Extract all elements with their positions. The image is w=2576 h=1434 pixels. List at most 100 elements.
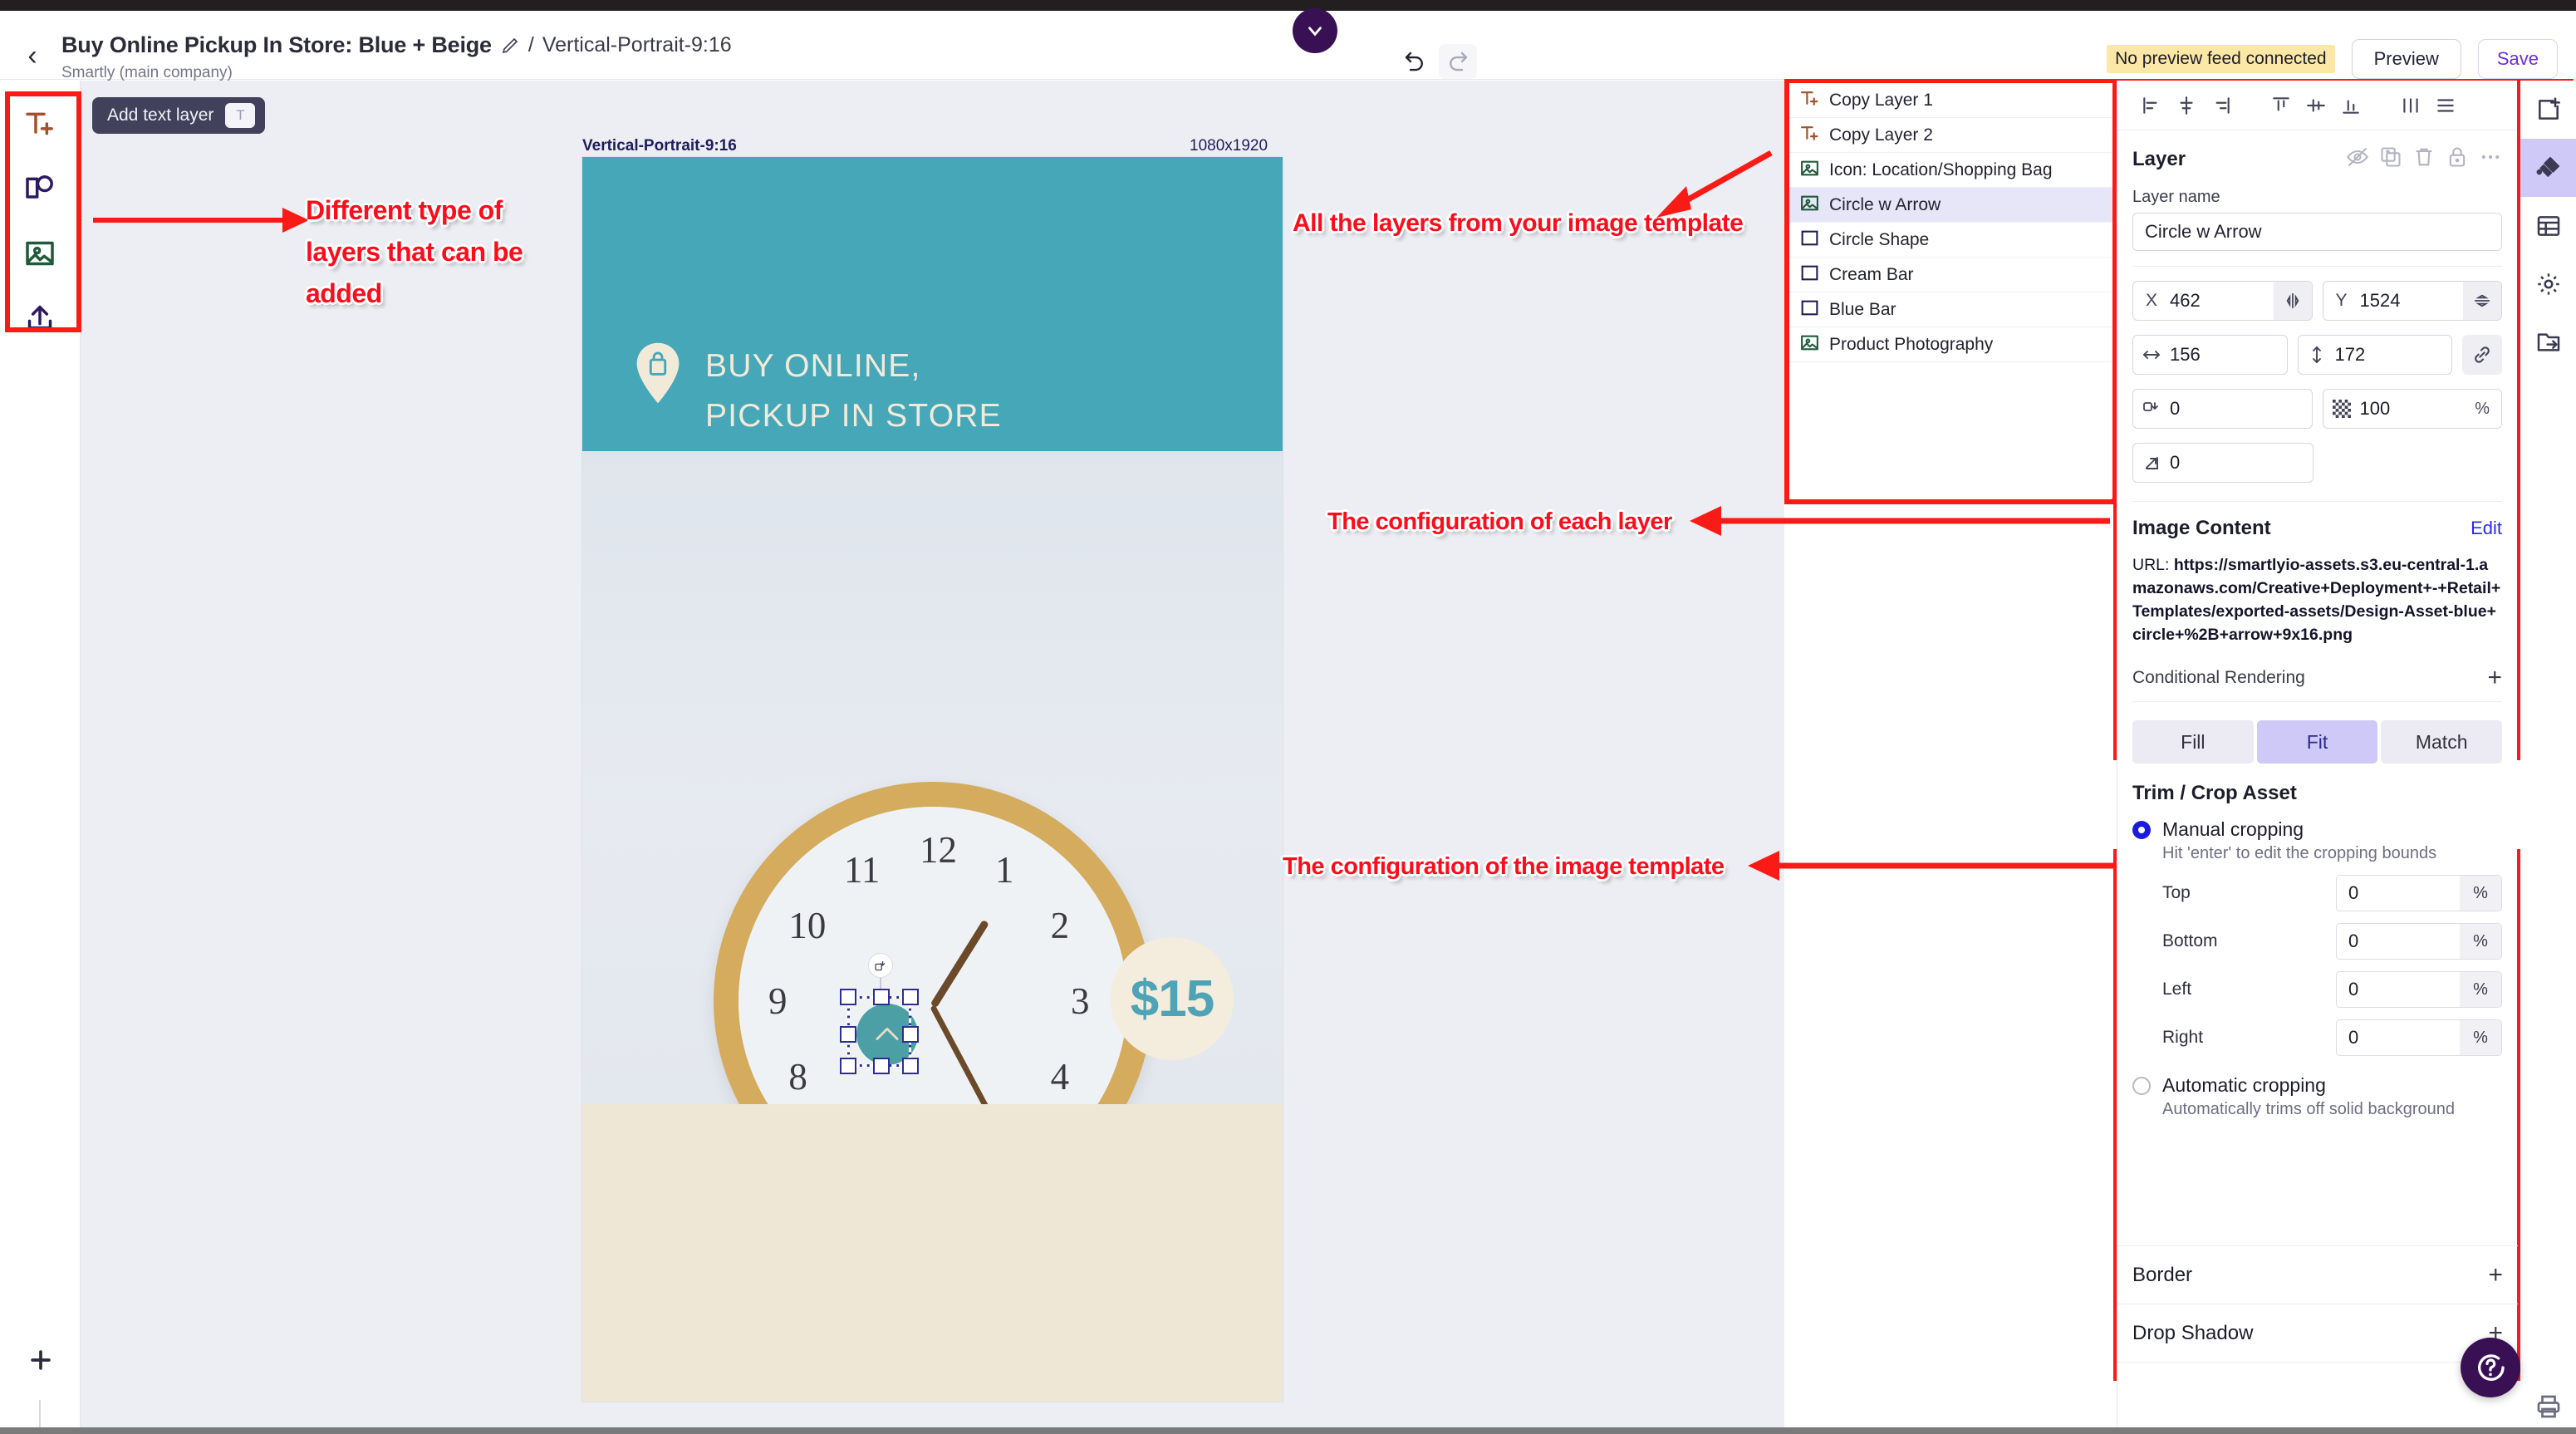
layer-list-item[interactable]: Icon: Location/Shopping Bag — [1789, 153, 2112, 188]
layer-name-input[interactable] — [2132, 213, 2502, 251]
align-left-button[interactable] — [2136, 90, 2167, 121]
data-table-button[interactable] — [2520, 197, 2576, 255]
creative-preview[interactable]: BUY ONLINE, PICKUP IN STORE 121234567891… — [582, 157, 1283, 1402]
back-chevron-icon[interactable]: ‹ — [22, 42, 43, 70]
product-photography-layer[interactable]: 121234567891011 $15 — [582, 451, 1283, 1220]
new-frame-button[interactable] — [2520, 81, 2576, 139]
resize-handle-ne[interactable] — [902, 989, 919, 1005]
chevron-down-icon[interactable] — [1293, 8, 1337, 53]
selection-bounding-box[interactable] — [840, 989, 919, 1074]
align-right-button[interactable] — [2206, 90, 2237, 121]
crop-field-input[interactable]: 0% — [2336, 923, 2502, 960]
add-text-layer-label: Add text layer — [107, 106, 214, 125]
resize-handle-w[interactable] — [840, 1026, 856, 1043]
layer-list-item[interactable]: Copy Layer 2 — [1789, 118, 2112, 153]
flip-horizontal-icon[interactable] — [2273, 282, 2312, 320]
flip-vertical-icon[interactable] — [2463, 282, 2501, 320]
clock-number: 10 — [788, 905, 827, 946]
fit-mode-segmented-control: Fill Fit Match — [2132, 720, 2503, 764]
undo-icon[interactable] — [1396, 44, 1434, 79]
location-shopping-bag-icon[interactable] — [634, 341, 682, 405]
zoom-in-button[interactable] — [23, 1343, 58, 1377]
preview-button[interactable]: Preview — [2351, 39, 2461, 79]
automatic-cropping-option[interactable]: Automatic cropping — [2132, 1074, 2502, 1097]
print-icon[interactable] — [2532, 1392, 2565, 1422]
align-middle-vertical-button[interactable] — [2300, 90, 2332, 121]
redo-icon[interactable] — [1439, 44, 1477, 79]
ellipsis-icon[interactable] — [2479, 145, 2502, 173]
fit-mode-fit[interactable]: Fit — [2256, 720, 2378, 764]
layers-panel: Copy Layer 1 Copy Layer 2 Icon: Location/S… — [1789, 83, 2112, 498]
price-badge[interactable]: $15 — [1111, 937, 1234, 1060]
design-button[interactable] — [2520, 139, 2576, 197]
crop-field-row: Right 0% — [2132, 1019, 2502, 1056]
crop-field-input[interactable]: 0% — [2336, 875, 2502, 911]
layer-list-item[interactable]: Circle Shape — [1789, 223, 2112, 258]
plus-icon[interactable]: + — [2488, 1262, 2503, 1287]
export-button[interactable] — [2520, 313, 2576, 371]
resize-handle-n[interactable] — [873, 989, 890, 1005]
automatic-cropping-radio[interactable] — [2132, 1076, 2151, 1095]
resize-handle-sw[interactable] — [840, 1058, 856, 1074]
corner-radius-value: 0 — [2170, 398, 2181, 419]
add-text-layer-tool[interactable] — [15, 99, 65, 149]
border-accordion[interactable]: Border + — [2117, 1245, 2518, 1304]
cream-bar-layer[interactable] — [582, 1104, 1283, 1402]
crop-field-input[interactable]: 0% — [2336, 1019, 2502, 1056]
crop-field-input[interactable]: 0% — [2336, 971, 2502, 1008]
pencil-icon[interactable] — [500, 36, 520, 56]
resize-handle-nw[interactable] — [840, 989, 856, 1005]
rotate-handle-icon[interactable] — [868, 953, 893, 978]
distribute-vertical-button[interactable] — [2430, 90, 2461, 121]
annotation-arrow-2 — [1656, 150, 1773, 218]
conditional-rendering-row[interactable]: Conditional Rendering + — [2132, 665, 2502, 690]
layer-list-item[interactable]: Copy Layer 1 — [1789, 83, 2112, 118]
layer-list-item[interactable]: Product Photography — [1789, 327, 2112, 362]
y-label: Y — [2335, 291, 2348, 310]
settings-button[interactable] — [2520, 255, 2576, 313]
duplicate-icon[interactable] — [2379, 145, 2402, 173]
manual-cropping-radio[interactable] — [2132, 820, 2151, 839]
x-position-field[interactable]: X 462 — [2132, 281, 2313, 321]
layer-item-label: Icon: Location/Shopping Bag — [1829, 160, 2053, 179]
layer-list-item[interactable]: Circle w Arrow — [1789, 188, 2112, 223]
manual-cropping-hint: Hit 'enter' to edit the cropping bounds — [2162, 844, 2437, 862]
resize-handle-se[interactable] — [902, 1058, 919, 1074]
resize-handle-e[interactable] — [902, 1026, 919, 1043]
layer-list-item[interactable]: Cream Bar — [1789, 258, 2112, 292]
rotation-field[interactable]: 0 — [2132, 443, 2313, 483]
x-value: 462 — [2170, 290, 2201, 311]
add-text-layer-pill[interactable]: Add text layer T — [92, 97, 266, 134]
save-button[interactable]: Save — [2477, 39, 2558, 79]
align-top-button[interactable] — [2265, 90, 2297, 121]
y-position-field[interactable]: Y 1524 — [2322, 281, 2502, 321]
text-layer-icon — [1799, 88, 1820, 113]
layer-name-label: Layer name — [2132, 188, 2220, 206]
align-bottom-button[interactable] — [2335, 90, 2367, 121]
eye-off-icon[interactable] — [2346, 145, 2369, 173]
edit-image-content-link[interactable]: Edit — [2471, 518, 2502, 539]
help-chat-icon[interactable] — [2461, 1338, 2520, 1397]
opacity-field[interactable]: 100 % — [2322, 389, 2502, 429]
manual-cropping-option[interactable]: Manual cropping — [2132, 818, 2502, 841]
layer-list-item[interactable]: Blue Bar — [1789, 292, 2112, 327]
align-center-horizontal-button[interactable] — [2171, 90, 2202, 121]
breadcrumb-separator: / — [527, 33, 534, 56]
drop-shadow-accordion[interactable]: Drop Shadow + — [2117, 1304, 2518, 1362]
corner-radius-field[interactable]: 0 — [2132, 389, 2313, 429]
add-image-layer-tool[interactable] — [15, 228, 65, 278]
width-field[interactable]: 156 — [2132, 335, 2288, 375]
plus-icon[interactable]: + — [2487, 665, 2502, 690]
layer-item-label: Copy Layer 2 — [1829, 125, 1933, 145]
trash-icon[interactable] — [2412, 145, 2436, 173]
fit-mode-match[interactable]: Match — [2381, 720, 2503, 764]
upload-asset-tool[interactable] — [15, 293, 65, 343]
resize-handle-s[interactable] — [873, 1058, 890, 1074]
lock-icon[interactable] — [2446, 145, 2469, 173]
headline-text[interactable]: BUY ONLINE, PICKUP IN STORE — [705, 341, 1002, 441]
height-field[interactable]: 172 — [2297, 335, 2452, 375]
distribute-horizontal-button[interactable] — [2395, 90, 2426, 121]
link-icon[interactable] — [2462, 335, 2502, 375]
add-logo-layer-tool[interactable] — [15, 164, 65, 214]
fit-mode-fill[interactable]: Fill — [2132, 720, 2254, 764]
